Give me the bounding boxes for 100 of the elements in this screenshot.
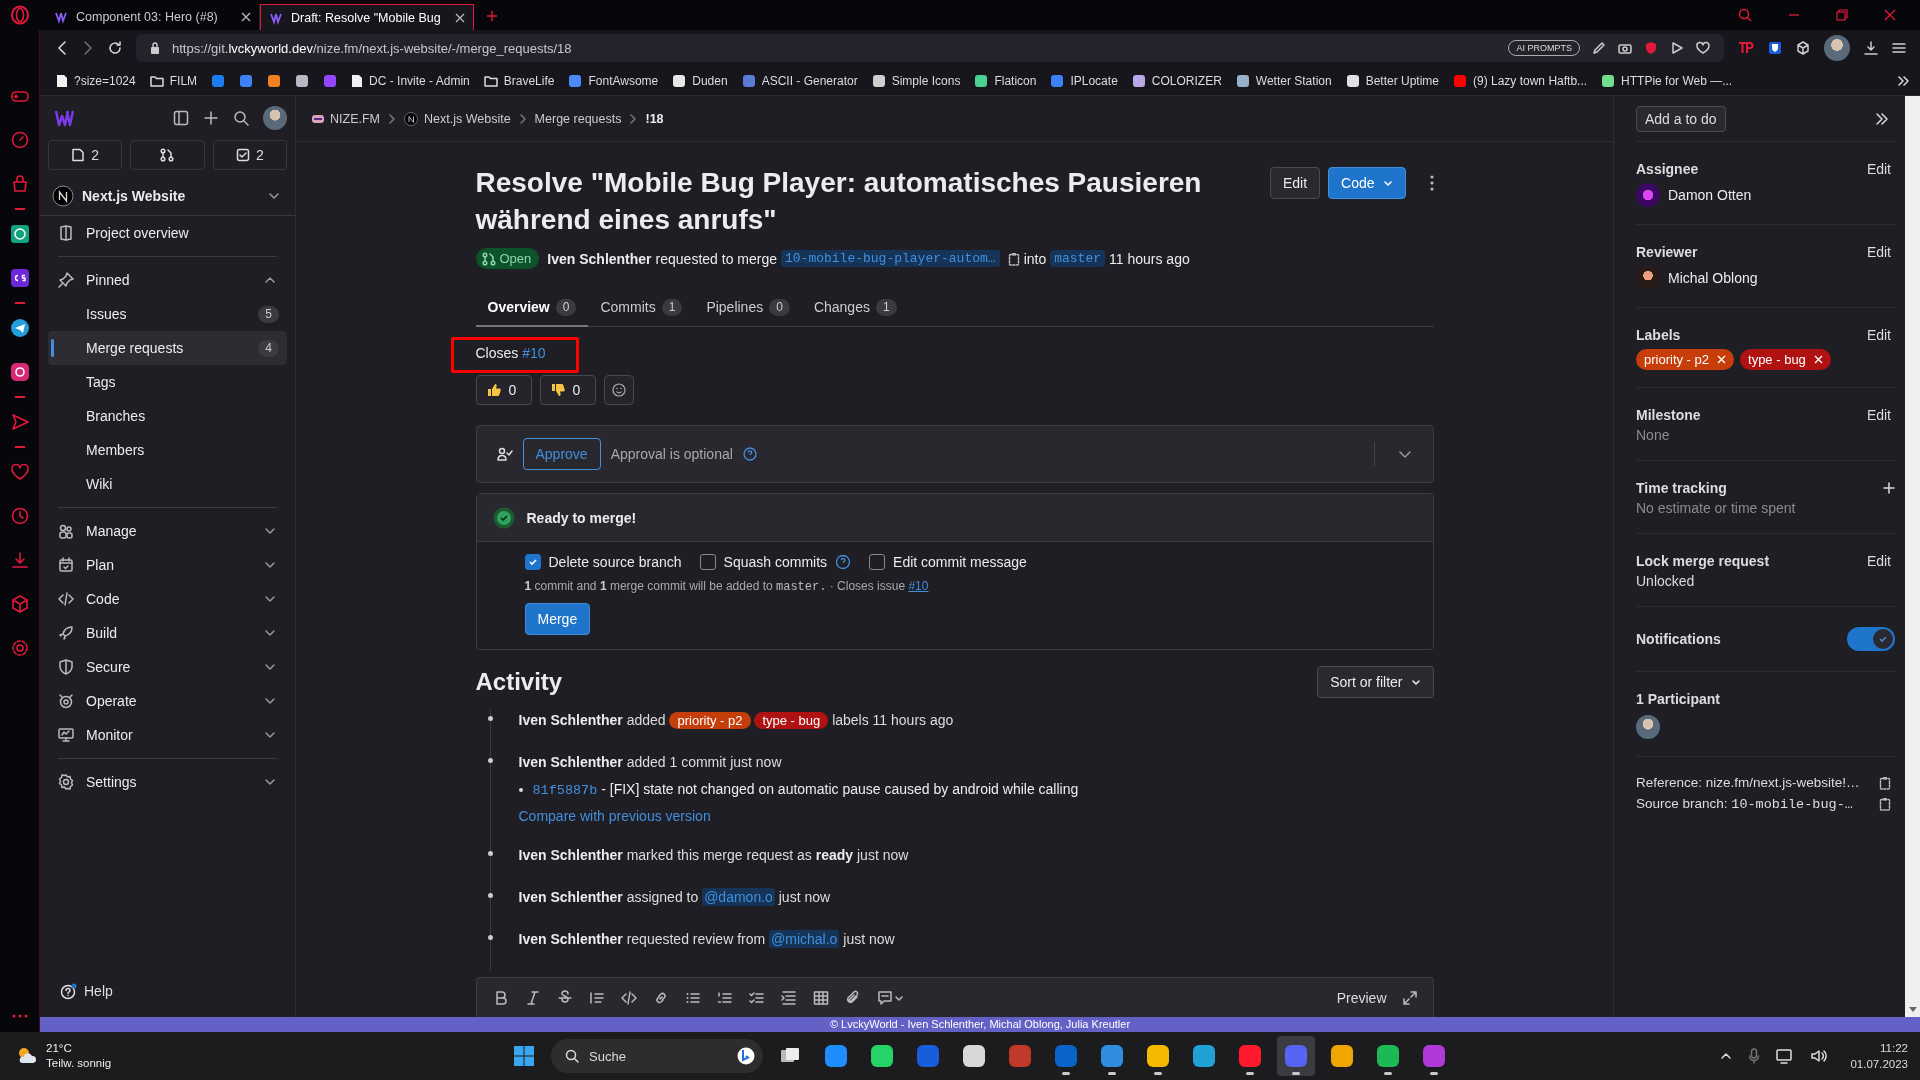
restore-icon[interactable] [1836,9,1848,21]
edit-link[interactable]: Edit [1866,327,1895,343]
checkbox[interactable] [699,554,716,570]
heart-icon[interactable] [1696,41,1710,55]
nav-item[interactable]: Manage [48,514,287,548]
table-icon[interactable] [812,989,829,1006]
edit-link[interactable]: Edit [1866,553,1895,569]
bookmark[interactable]: BraveLife [483,73,555,88]
bookmark[interactable]: FontAwsome [568,73,659,88]
send-icon[interactable] [9,412,30,432]
more-bookmarks-icon[interactable] [1898,75,1910,86]
settings-icon[interactable] [9,638,30,658]
help-icon[interactable] [742,447,757,461]
speedometer-icon[interactable] [9,130,30,150]
approve-button[interactable]: Approve [522,438,601,470]
breadcrumb-link[interactable]: NIZE.FM [312,111,380,126]
address-field[interactable]: https://git.lvckyworld.dev/nize.fm/next.js-website/-/merge_requests/18 AI PROMPTS [136,34,1724,62]
camera-icon[interactable] [1618,41,1632,55]
copy-icon[interactable] [1007,251,1020,266]
site-favicon-icon[interactable] [323,73,338,88]
heart-icon[interactable] [9,462,30,482]
speaker-icon[interactable] [1810,1048,1829,1064]
tab[interactable]: Pipelines 0 [694,289,802,327]
nav-item[interactable]: Branches [48,399,287,433]
network-icon[interactable] [1776,1048,1795,1064]
bookmark[interactable]: COLORIZER [1131,73,1222,88]
close-icon[interactable] [455,12,465,23]
breadcrumb-link[interactable]: Merge requests [534,111,622,126]
profile-avatar[interactable] [1824,35,1850,61]
edit-icon[interactable] [1592,41,1606,55]
site-favicon-icon[interactable] [211,73,226,88]
tab[interactable]: Changes 1 [801,289,909,327]
checkbox[interactable] [869,554,886,570]
label-badge[interactable]: type - bug [754,712,829,729]
bookmark[interactable]: Flaticon [974,73,1037,88]
compare-link[interactable]: Compare with previous version [518,808,711,824]
download-icon[interactable] [1864,41,1878,55]
notifications-toggle[interactable] [1847,627,1895,651]
bookmark[interactable]: Simple Icons [871,73,961,88]
bookmark[interactable]: ?size=1024 [56,73,136,88]
nav-item[interactable]: Merge requests 4 [48,331,287,365]
label-tag[interactable]: type - bug [1740,349,1831,370]
menu-icon[interactable] [1892,42,1906,54]
merge-button[interactable]: Merge [524,603,591,635]
plus-icon[interactable] [203,110,219,126]
attachment-icon[interactable] [844,989,861,1006]
bookmark[interactable]: FILM [149,73,198,88]
commit-sha-link[interactable]: 81f5887b [532,783,598,798]
more-icon[interactable] [11,1014,28,1018]
windows-start-icon[interactable] [513,1045,535,1067]
nav-item[interactable]: Tags [48,365,287,399]
search-icon[interactable] [1738,8,1752,22]
shield-extension-icon[interactable] [1768,41,1782,55]
chevron-up-icon[interactable] [1720,1050,1733,1062]
edit-link[interactable]: Edit [1866,407,1895,423]
edit-button[interactable]: Edit [1269,167,1321,199]
quote-icon[interactable] [588,989,605,1006]
project-switcher[interactable]: Next.js Website [40,176,295,216]
bookmark[interactable]: ASCII - Generator [741,73,858,88]
cs-app-icon[interactable] [9,268,30,288]
nav-item[interactable]: Pinned [48,263,287,297]
bookmark[interactable]: (9) Lazy town Haftb... [1453,73,1588,88]
bookmark[interactable]: Better Uptime [1345,73,1439,88]
nav-item[interactable]: Project overview [48,216,287,250]
chevron-down-icon[interactable] [894,993,903,1002]
copy-icon[interactable] [1879,797,1891,811]
help-link[interactable]: Help [48,971,287,1011]
italic-icon[interactable] [524,989,541,1006]
extension-tp-icon[interactable] [1738,41,1754,55]
tab[interactable]: Commits 1 [588,289,695,327]
user-mention-link[interactable]: @michal.o [769,930,840,948]
reload-icon[interactable] [108,41,122,55]
nav-item[interactable]: Plan [48,548,287,582]
source-branch-link[interactable]: 10-mobile-bug-player-autom… [781,250,1000,267]
sort-filter-dropdown[interactable]: Sort or filter [1317,666,1434,698]
reaction-button[interactable]: 0 [539,375,596,405]
search-icon[interactable] [233,110,249,126]
expand-icon[interactable] [1402,990,1417,1005]
camera-app-icon[interactable] [9,362,30,382]
target-branch-link[interactable]: master [1050,250,1105,267]
nav-item[interactable]: Operate [48,684,287,718]
code-dropdown-button[interactable]: Code [1328,167,1406,199]
microphone-icon[interactable] [1748,1048,1761,1064]
strikethrough-icon[interactable] [556,989,573,1006]
shield-icon[interactable] [1644,41,1658,55]
code-icon[interactable] [620,989,637,1006]
site-favicon-icon[interactable] [267,73,282,88]
user-avatar[interactable] [263,106,287,130]
browser-tab[interactable]: Draft: Resolve "Mobile Bug [260,4,474,30]
nav-item[interactable]: Settings [48,765,287,799]
user-mention-link[interactable]: @damon.o [702,888,775,906]
site-favicon-icon[interactable] [295,73,310,88]
issue-link[interactable]: #10 [522,345,546,361]
clock-icon[interactable] [9,506,30,526]
counter-button[interactable] [130,140,205,170]
nav-item[interactable]: Secure [48,650,287,684]
help-icon[interactable] [835,554,852,570]
paper-plane-app-icon[interactable] [9,318,30,338]
nav-item[interactable]: Monitor [48,718,287,752]
bookmark[interactable]: DC - Invite - Admin [351,73,470,88]
